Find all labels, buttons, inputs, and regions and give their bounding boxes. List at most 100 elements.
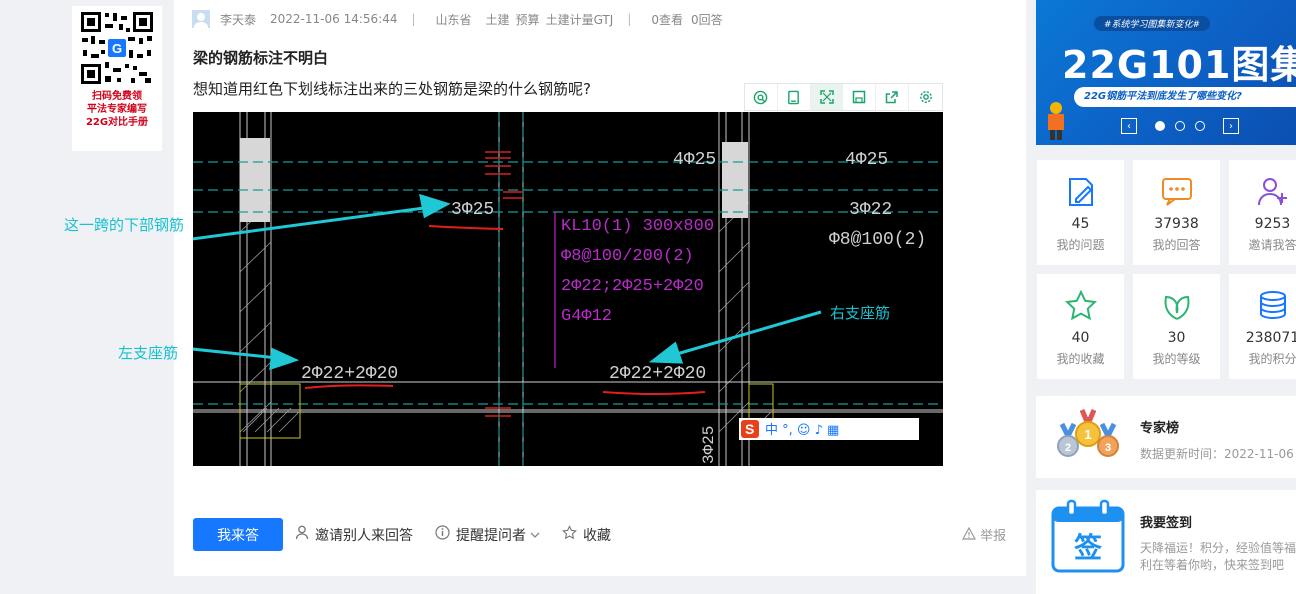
- annotation-right-support: 右支座筋: [830, 304, 891, 322]
- cad-kl-line3: 2Φ22;2Φ25+2Φ20: [561, 277, 704, 296]
- expert-title: 专家榜: [1140, 421, 1180, 436]
- stat-number: 9253: [1254, 216, 1291, 232]
- add-user-icon: [1229, 172, 1296, 212]
- checkin-panel[interactable]: 签 我要签到 天降福运！积分，经验值等福 利在等着你哟，快来签到吧: [1036, 490, 1296, 594]
- collect-label: 收藏: [583, 527, 611, 544]
- warning-icon: [961, 526, 980, 544]
- chevron-down-icon: [530, 527, 540, 543]
- question-card: 李天泰 2022-11-06 14:56:44 | 山东省 土建 预算 土建计量…: [174, 0, 1026, 576]
- image-toolbar: [744, 83, 943, 111]
- checkin-title: 我要签到: [1140, 516, 1193, 531]
- banner-dot-2[interactable]: [1175, 121, 1185, 131]
- question-body: 想知道用红色下划线标注出来的三处钢筋是梁的什么钢筋呢?: [193, 80, 591, 98]
- post-time: 2022-11-06 14:56:44: [270, 12, 398, 26]
- stat-label: 我的问题: [1056, 238, 1105, 252]
- stat-my-answers[interactable]: 37938 我的回答: [1133, 160, 1220, 265]
- author-name[interactable]: 李天泰: [220, 11, 256, 28]
- checkin-badge-text: 签: [1073, 531, 1102, 564]
- cad-text-t2: 4Φ25: [845, 150, 888, 170]
- cad-text-t5: Φ8@100(2): [829, 230, 926, 250]
- star-outline-icon: [562, 525, 577, 544]
- banner-title: 22G101图集: [1062, 43, 1296, 87]
- cad-text-t1: 4Φ25: [673, 150, 716, 170]
- collect-button[interactable]: 收藏: [562, 525, 611, 545]
- info-icon: [435, 525, 450, 544]
- ime-bar-text: 中 °, ☺ ♪ ▦: [765, 423, 839, 438]
- cad-text-b2: 2Φ22+2Φ20: [609, 364, 706, 384]
- stat-number: 30: [1167, 330, 1186, 346]
- stat-my-questions[interactable]: 45 我的问题: [1037, 160, 1124, 265]
- user-icon: [295, 525, 309, 544]
- banner-prev-button[interactable]: ‹: [1121, 118, 1137, 134]
- cad-kl-line1: KL10(1) 300x800: [561, 217, 714, 236]
- stat-invited[interactable]: 9253 邀请我答: [1229, 160, 1296, 265]
- stat-number: 40: [1071, 330, 1090, 346]
- cad-text-t4: 3Φ22: [849, 200, 892, 220]
- cad-text-b3: 3Φ25: [700, 426, 718, 464]
- stat-number: 238071: [1245, 330, 1296, 346]
- edit-icon: [1037, 172, 1124, 212]
- star-icon: [1037, 286, 1124, 326]
- answer-button[interactable]: 我来答: [193, 518, 283, 551]
- banner-pager: ‹ ›: [1121, 118, 1239, 134]
- stat-points[interactable]: 238071 我的积分: [1229, 274, 1296, 379]
- stat-label: 我的回答: [1152, 238, 1201, 252]
- chat-icon: [1133, 172, 1220, 212]
- invite-button[interactable]: 邀请别人来回答: [295, 525, 413, 545]
- tag-3[interactable]: 土建计量GTJ: [546, 11, 614, 28]
- banner-dot-1[interactable]: [1155, 121, 1165, 131]
- save-icon[interactable]: [843, 84, 877, 110]
- worker-illustration: [1048, 102, 1064, 140]
- stat-collections[interactable]: 40 我的收藏: [1037, 274, 1124, 379]
- promo-banner[interactable]: #系统学习图集新变化# 22G101图集 22G钢筋平法到底发生了哪些变化? ‹…: [1036, 0, 1296, 145]
- stat-level[interactable]: 30 我的等级: [1133, 274, 1220, 379]
- avatar[interactable]: [192, 10, 210, 28]
- expert-updated: 数据更新时间：2022-11-06: [1140, 447, 1294, 461]
- banner-dot-3[interactable]: [1195, 121, 1205, 131]
- banner-tag: #系统学习图集新变化#: [1094, 16, 1211, 31]
- province-tag: 山东省: [435, 12, 472, 27]
- annotation-left-support: 左支座筋: [118, 344, 179, 362]
- cad-text-b1: 2Φ22+2Φ20: [301, 364, 398, 384]
- meta-divider: |: [411, 12, 416, 26]
- qr-line-2: 平法专家编写: [87, 104, 147, 115]
- qr-promo-card[interactable]: G 扫码免费领 平法专家编写 22G对比手册: [72, 6, 162, 151]
- cad-text-t3: 3Φ25: [451, 200, 494, 220]
- qr-line-3: 22G对比手册: [85, 117, 149, 128]
- cad-screenshot[interactable]: 4Φ25 4Φ25 3Φ25 3Φ22 Φ8@100(2) 2Φ22+2Φ20 …: [193, 112, 943, 466]
- meta-divider-2: |: [627, 12, 632, 26]
- circle-search-icon[interactable]: [745, 84, 778, 110]
- stat-label: 邀请我答: [1248, 238, 1296, 252]
- banner-next-button[interactable]: ›: [1223, 118, 1239, 134]
- checkin-desc-2: 利在等着你哟，快来签到吧: [1140, 558, 1285, 572]
- view-count: 0查看: [651, 12, 683, 27]
- tag-1[interactable]: 土建: [486, 11, 510, 28]
- leaf-icon: [1133, 286, 1220, 326]
- report-button[interactable]: 举报: [961, 525, 1007, 544]
- stat-label: 我的收藏: [1056, 352, 1105, 366]
- svg-text:3: 3: [1105, 442, 1111, 454]
- stat-number: 37938: [1154, 216, 1199, 232]
- annotation-bottom-span: 这一跨的下部钢筋: [64, 216, 185, 234]
- expert-leaderboard-panel[interactable]: 2 1 3 专家榜 数据更新时间：2022-11-06: [1036, 396, 1296, 478]
- tag-2[interactable]: 预算: [516, 11, 540, 28]
- stat-label: 我的积分: [1248, 352, 1296, 366]
- checkin-desc-1: 天降福运！积分，经验值等福: [1140, 541, 1296, 555]
- remind-button[interactable]: 提醒提问者: [435, 525, 540, 545]
- question-meta: 李天泰 2022-11-06 14:56:44 | 山东省 土建 预算 土建计量…: [192, 9, 737, 29]
- svg-text:1: 1: [1084, 427, 1091, 442]
- remind-label: 提醒提问者: [456, 527, 526, 544]
- qr-code-image: G: [79, 10, 155, 86]
- qr-line-1: 扫码免费领: [92, 91, 142, 102]
- fullscreen-icon[interactable]: [810, 84, 844, 110]
- answer-actions: 我来答 邀请别人来回答 提醒提问者 收藏: [193, 518, 633, 551]
- cad-kl-line4: G4Φ12: [561, 307, 612, 326]
- answer-count: 0回答: [691, 12, 723, 27]
- svg-text:G: G: [112, 41, 122, 56]
- copy-icon[interactable]: [778, 84, 811, 110]
- settings-icon[interactable]: [909, 84, 942, 110]
- report-label: 举报: [980, 529, 1007, 544]
- share-icon[interactable]: [876, 84, 910, 110]
- svg-text:2: 2: [1065, 442, 1071, 454]
- banner-subtitle: 22G钢筋平法到底发生了哪些变化?: [1074, 87, 1296, 107]
